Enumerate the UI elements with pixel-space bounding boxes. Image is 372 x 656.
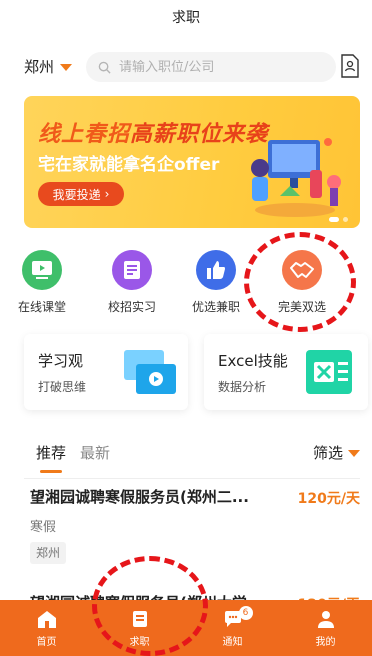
person-icon (317, 610, 334, 628)
home-icon (37, 610, 56, 628)
apply-button[interactable]: 我要投递 › (38, 182, 124, 206)
search-input[interactable] (119, 59, 319, 75)
apply-button-label: 我要投递 (52, 187, 101, 202)
job-location-tag: 郑州 (30, 542, 67, 564)
job-type: 寒假 (30, 520, 57, 535)
banner-pager (329, 217, 348, 222)
chevron-right-icon: › (104, 187, 110, 201)
search-row: 郑州 (0, 46, 372, 86)
card-excel[interactable]: Excel技能 数据分析 (204, 334, 368, 410)
pager-dot (329, 217, 339, 222)
card-learning[interactable]: 学习观 打破思维 (24, 334, 188, 410)
tab-recommended[interactable]: 推荐 (36, 442, 66, 463)
tab-label: 我的 (315, 636, 336, 648)
active-tab-indicator (40, 470, 62, 473)
job-title: 望湘园诚聘寒假服务员(郑州二... (30, 488, 249, 506)
tab-profile[interactable]: 我的 (279, 600, 372, 656)
search-box[interactable] (86, 52, 336, 82)
tab-jobs[interactable]: 求职 (93, 600, 186, 656)
shortcut-row: 在线课堂 校招实习 优选兼职 完美双选 (0, 250, 372, 322)
page-title: 求职 (172, 10, 200, 26)
promo-banner[interactable]: 线上春招高薪职位来袭 宅在家就能拿名企offer 我要投递 › (24, 96, 360, 228)
tab-home[interactable]: 首页 (0, 600, 93, 656)
divider (24, 478, 360, 479)
shortcut-label: 完美双选 (277, 300, 326, 314)
caret-down-icon (348, 450, 360, 457)
resume-icon[interactable] (340, 54, 360, 78)
scroll-icon (132, 610, 147, 627)
filter-button[interactable]: 筛选 (313, 442, 360, 463)
document-icon (112, 250, 152, 290)
banner-headline-part-a: 线上春招 (38, 122, 131, 147)
caret-down-icon (60, 64, 73, 71)
shortcut-label: 校招实习 (107, 300, 156, 314)
video-play-icon (22, 250, 62, 290)
handshake-icon (282, 250, 322, 290)
card-title: Excel技能 (218, 352, 288, 370)
spreadsheet-icon (306, 350, 352, 394)
search-icon (98, 61, 111, 74)
card-subtitle: 数据分析 (218, 380, 267, 394)
thumbs-up-icon (196, 250, 236, 290)
banner-subline: 宅在家就能拿名企offer (38, 155, 220, 175)
filter-label: 筛选 (312, 444, 343, 462)
tab-notifications[interactable]: 6 通知 (186, 600, 279, 656)
shortcut-online-class[interactable]: 在线课堂 (2, 250, 82, 315)
notification-badge: 6 (238, 606, 253, 620)
tab-label: 通知 (222, 636, 243, 648)
city-selector[interactable]: 郑州 (24, 56, 73, 77)
card-subtitle: 打破思维 (38, 380, 87, 394)
tab-label: 求职 (129, 636, 150, 648)
shortcut-parttime[interactable]: 优选兼职 (176, 250, 256, 315)
pager-dot (343, 217, 348, 222)
banner-headline: 线上春招高薪职位来袭 (38, 116, 268, 148)
card-title: 学习观 (38, 352, 84, 370)
job-pay: 120元/天 (297, 491, 360, 507)
city-label: 郑州 (24, 58, 55, 76)
banner-illustration (251, 138, 341, 217)
shortcut-label: 优选兼职 (191, 300, 240, 314)
shortcut-campus-intern[interactable]: 校招实习 (92, 250, 172, 315)
shortcut-label: 在线课堂 (17, 300, 66, 314)
list-item[interactable]: 望湘园诚聘寒假服务员(郑州二... 120元/天 寒假 郑州 (24, 484, 360, 574)
tab-latest[interactable]: 最新 (80, 442, 110, 463)
bottom-tab-bar: 首页 求职 6 通知 我的 (0, 600, 372, 656)
shortcut-double-select[interactable]: 完美双选 (262, 250, 342, 315)
feed-tabs: 推荐 最新 筛选 (0, 440, 372, 476)
tab-label: 首页 (36, 636, 57, 648)
video-card-icon (124, 350, 176, 394)
feature-cards: 学习观 打破思维 Excel技能 数据分析 (0, 334, 372, 416)
